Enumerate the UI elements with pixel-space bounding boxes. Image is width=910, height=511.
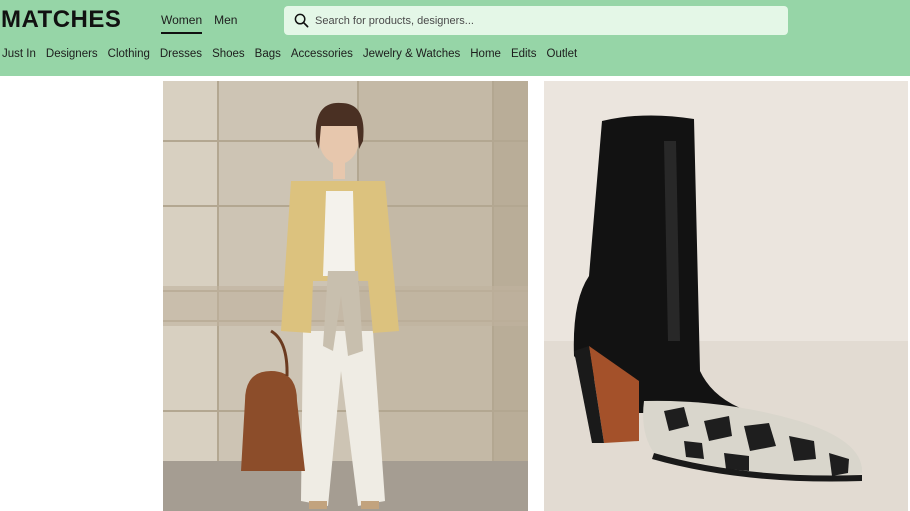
tab-women[interactable]: Women	[161, 13, 203, 34]
nav-item-accessories[interactable]: Accessories	[291, 48, 353, 60]
nav-item-jewelry-watches[interactable]: Jewelry & Watches	[363, 48, 460, 60]
main-nav: Just In Designers Clothing Dresses Shoes…	[2, 48, 577, 60]
nav-item-outlet[interactable]: Outlet	[547, 48, 578, 60]
search-icon	[294, 13, 309, 28]
nav-item-bags[interactable]: Bags	[255, 48, 281, 60]
tab-men[interactable]: Men	[214, 13, 237, 34]
nav-item-home[interactable]: Home	[470, 48, 501, 60]
product-photo-boot[interactable]	[544, 81, 908, 511]
nav-item-designers[interactable]: Designers	[46, 48, 98, 60]
nav-item-dresses[interactable]: Dresses	[160, 48, 202, 60]
nav-item-clothing[interactable]: Clothing	[108, 48, 150, 60]
matches-logo[interactable]: MATCHES	[1, 6, 121, 34]
editorial-photo-model[interactable]	[163, 81, 528, 511]
nav-item-shoes[interactable]: Shoes	[212, 48, 245, 60]
gender-tabs: Women Men	[161, 13, 237, 34]
boot-illustration	[544, 81, 908, 511]
site-header: MATCHES Women Men Just In Designers Clot…	[0, 0, 910, 76]
search-input[interactable]	[315, 14, 775, 27]
nav-item-edits[interactable]: Edits	[511, 48, 537, 60]
header-divider	[0, 76, 910, 80]
nav-item-just-in[interactable]: Just In	[2, 48, 36, 60]
search-bar[interactable]	[284, 6, 788, 35]
model-illustration	[163, 81, 528, 511]
